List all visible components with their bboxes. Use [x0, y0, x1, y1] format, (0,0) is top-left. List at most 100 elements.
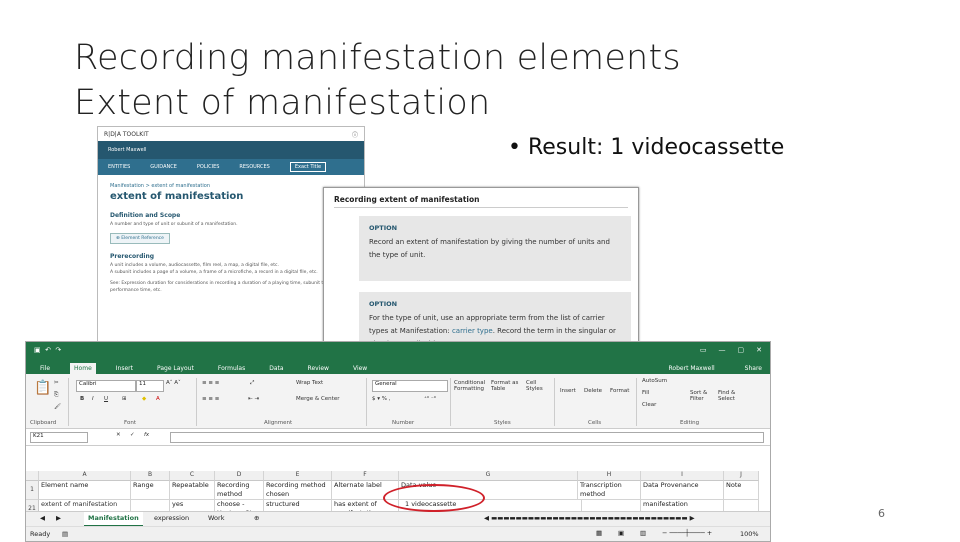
minimize-icon[interactable]: — [719, 346, 726, 354]
carrier-type-link[interactable]: carrier type [452, 327, 493, 335]
currency-icon[interactable]: $ ▾ % , [372, 396, 390, 402]
col-header-j[interactable]: J [724, 471, 759, 481]
menu-review[interactable]: Review [304, 363, 333, 374]
scroll-left-icon[interactable]: ◀ [36, 512, 49, 525]
sheet-tab-work[interactable]: Work [204, 512, 228, 525]
highlight-ellipse [383, 484, 485, 512]
menu-view[interactable]: View [349, 363, 371, 374]
formula-input[interactable] [170, 432, 764, 443]
rda-nav-entities[interactable]: ENTITIES [108, 164, 130, 170]
element-reference-button[interactable]: ⊕ Element Reference [110, 233, 170, 244]
merge-center-button[interactable]: Merge & Center [296, 396, 339, 402]
menu-insert[interactable]: Insert [112, 363, 137, 374]
header-cell[interactable]: Recording method [215, 481, 264, 500]
col-header-a[interactable]: A [39, 471, 131, 481]
col-header-g[interactable]: G [399, 471, 578, 481]
undo-icon[interactable]: ↶ [45, 346, 51, 354]
rda-nav-guidance[interactable]: GUIDANCE [150, 164, 177, 170]
fill-button[interactable]: Fill [642, 390, 649, 396]
header-cell[interactable]: Range [131, 481, 170, 500]
header-cell[interactable]: Recording method chosen [264, 481, 332, 500]
wrap-text-button[interactable]: Wrap Text [296, 380, 323, 386]
font-name-select[interactable]: Calibri [76, 380, 136, 392]
name-box[interactable]: K21 [30, 432, 88, 443]
scroll-right-icon[interactable]: ▶ [52, 512, 65, 525]
font-color-icon[interactable]: A [156, 396, 160, 402]
cut-icon[interactable]: ✂ [54, 380, 59, 386]
rda-nav-resources[interactable]: RESOURCES [239, 164, 269, 170]
conditional-formatting-button[interactable]: Conditional Formatting [454, 380, 485, 392]
maximize-icon[interactable]: ▢ [738, 346, 745, 354]
font-size-select[interactable]: 11 [136, 380, 164, 392]
sheet-tab-expression[interactable]: expression [150, 512, 193, 525]
align-left-icon[interactable]: ≡ ≡ ≡ [202, 396, 219, 402]
header-cell[interactable]: Data Provenance [641, 481, 724, 500]
save-icon[interactable]: ▣ [34, 346, 41, 354]
format-cells-button[interactable]: Format [610, 388, 629, 394]
col-header-h[interactable]: H [578, 471, 641, 481]
menu-page-layout[interactable]: Page Layout [153, 363, 198, 374]
rda-user[interactable]: Robert Maxwell [108, 147, 146, 153]
decimal-icon[interactable]: ⁺⁰ ⁻⁰ [424, 396, 436, 402]
borders-icon[interactable]: ⊞ [122, 396, 127, 402]
menu-home[interactable]: Home [70, 363, 96, 374]
rda-nav-policies[interactable]: POLICIES [197, 164, 220, 170]
close-icon[interactable]: ✕ [756, 346, 762, 354]
enter-icon[interactable]: ✓ [130, 432, 135, 438]
format-as-table-button[interactable]: Format as Table [491, 380, 519, 392]
bold-button[interactable]: B [80, 396, 84, 402]
col-header-d[interactable]: D [215, 471, 264, 481]
cell-styles-button[interactable]: Cell Styles [526, 380, 548, 392]
autosum-button[interactable]: AutoSum [642, 378, 667, 384]
rda-nav-exact-title[interactable]: Exact Title [289, 162, 327, 172]
page-break-icon[interactable]: ▥ [640, 529, 646, 537]
clear-button[interactable]: Clear [642, 402, 656, 408]
paste-icon[interactable]: 📋 [34, 380, 51, 396]
zoom-level[interactable]: 100% [740, 530, 759, 538]
header-cell[interactable]: Element name [39, 481, 131, 500]
sort-filter-button[interactable]: Sort & Filter [690, 390, 714, 402]
zoom-slider[interactable]: − ────┼──── + [662, 529, 712, 537]
insert-cells-button[interactable]: Insert [560, 388, 576, 394]
number-format-select[interactable]: General [372, 380, 448, 392]
grow-font-icon[interactable]: A˄ A˅ [166, 380, 181, 386]
corner-select-all[interactable] [26, 471, 39, 481]
row-number-1[interactable]: 1 [26, 481, 39, 500]
breadcrumb[interactable]: Manifestation > extent of manifestation [110, 183, 352, 189]
col-header-b[interactable]: B [131, 471, 170, 481]
align-top-icon[interactable]: ≡ ≡ ≡ [202, 380, 219, 386]
redo-icon[interactable]: ↷ [55, 346, 61, 354]
normal-view-icon[interactable]: ▦ [596, 529, 602, 537]
ribbon-display-icon[interactable]: ▭ [700, 346, 707, 354]
delete-cells-button[interactable]: Delete [584, 388, 602, 394]
find-select-button[interactable]: Find & Select [718, 390, 744, 402]
page-layout-icon[interactable]: ▣ [618, 529, 624, 537]
menu-formulas[interactable]: Formulas [214, 363, 249, 374]
indent-icon[interactable]: ⇤ ⇥ [248, 396, 259, 402]
excel-user[interactable]: Robert Maxwell [665, 363, 725, 374]
italic-button[interactable]: I [92, 396, 94, 402]
fill-color-icon[interactable]: ◆ [142, 396, 146, 402]
format-painter-icon[interactable]: 🖌 [54, 404, 61, 410]
col-header-f[interactable]: F [332, 471, 399, 481]
share-button[interactable]: Share [741, 363, 770, 374]
underline-button[interactable]: U [104, 396, 108, 402]
macro-icon[interactable]: ▤ [62, 530, 68, 538]
header-cell[interactable]: Transcription method [578, 481, 641, 500]
orientation-icon[interactable]: ⤢ [250, 380, 254, 387]
fx-icon[interactable]: fx [144, 432, 149, 438]
horizontal-scrollbar[interactable]: ◀ ▬▬▬▬▬▬▬▬▬▬▬▬▬▬▬▬▬▬▬▬▬▬▬▬▬▬▬▬▬▬▬▬ ▶ [480, 512, 699, 525]
menu-file[interactable]: File [36, 363, 54, 374]
definition-heading: Definition and Scope [110, 212, 181, 219]
header-cell[interactable]: Note [724, 481, 759, 500]
col-header-e[interactable]: E [264, 471, 332, 481]
menu-data[interactable]: Data [265, 363, 287, 374]
add-sheet-icon[interactable]: ⊕ [250, 512, 263, 525]
help-icon[interactable]: ⓘ [352, 130, 358, 139]
header-cell[interactable]: Repeatable [170, 481, 215, 500]
col-header-i[interactable]: I [641, 471, 724, 481]
copy-icon[interactable]: ⎘ [54, 392, 58, 399]
cancel-icon[interactable]: ✕ [116, 432, 121, 438]
sheet-tab-manifestation[interactable]: Manifestation [84, 512, 143, 527]
col-header-c[interactable]: C [170, 471, 215, 481]
